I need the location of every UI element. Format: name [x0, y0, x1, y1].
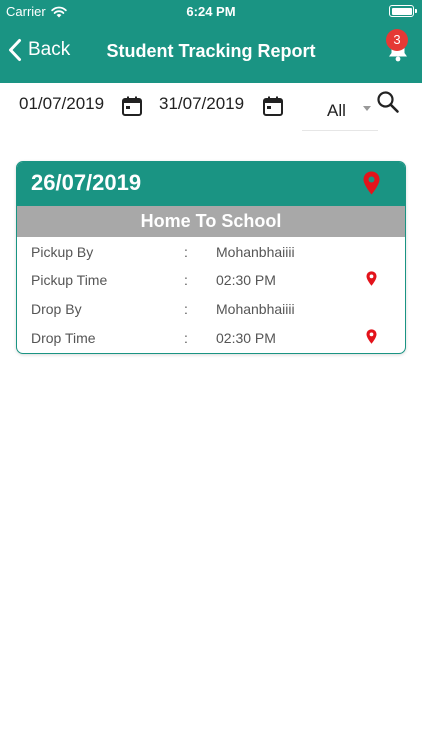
tracking-report-card[interactable]: 26/07/2019 Home To School Pickup By : Mo… [16, 161, 406, 354]
row-label: Drop Time [31, 330, 96, 346]
card-header: 26/07/2019 [17, 162, 405, 206]
filter-bar: 01/07/2019 31/07/2019 All [0, 83, 422, 133]
row-label: Drop By [31, 301, 82, 317]
report-date: 26/07/2019 [31, 170, 142, 195]
detail-row-pickup-time: Pickup Time : 02:30 PM [17, 266, 405, 294]
location-pin-icon[interactable] [363, 171, 380, 195]
navigation-bar: Back Student Tracking Report 3 [0, 22, 422, 83]
row-label: Pickup By [31, 244, 94, 260]
row-label: Pickup Time [31, 272, 108, 288]
battery-icon [389, 5, 417, 17]
row-value: 02:30 PM [216, 330, 276, 346]
trip-direction: Home To School [17, 206, 405, 237]
detail-row-pickup-by: Pickup By : Mohanbhaiiii [17, 238, 405, 266]
notifications-button[interactable]: 3 [384, 28, 412, 64]
calendar-icon[interactable] [121, 95, 143, 117]
search-icon[interactable] [376, 90, 400, 114]
row-separator: : [184, 244, 188, 260]
row-separator: : [184, 272, 188, 288]
app-header: Carrier 6:24 PM Back Student Tracking Re… [0, 0, 422, 83]
detail-row-drop-time: Drop Time : 02:30 PM [17, 324, 405, 352]
from-date-field[interactable]: 01/07/2019 [19, 94, 104, 114]
calendar-icon[interactable] [262, 95, 284, 117]
type-select-value: All [327, 101, 346, 120]
type-select[interactable]: All [302, 83, 378, 131]
status-time: 6:24 PM [186, 4, 236, 19]
drop-location-pin-icon[interactable] [366, 329, 377, 344]
row-value: Mohanbhaiiii [216, 244, 295, 260]
row-value: 02:30 PM [216, 272, 276, 288]
row-separator: : [184, 301, 188, 317]
caret-down-icon [363, 106, 371, 111]
row-separator: : [184, 330, 188, 346]
row-value: Mohanbhaiiii [216, 301, 295, 317]
to-date-field[interactable]: 31/07/2019 [159, 94, 244, 114]
pickup-location-pin-icon[interactable] [366, 271, 377, 286]
status-bar: Carrier 6:24 PM [0, 0, 422, 22]
detail-row-drop-by: Drop By : Mohanbhaiiii [17, 295, 405, 323]
page-title: Student Tracking Report [106, 41, 316, 61]
notification-badge: 3 [386, 29, 408, 51]
